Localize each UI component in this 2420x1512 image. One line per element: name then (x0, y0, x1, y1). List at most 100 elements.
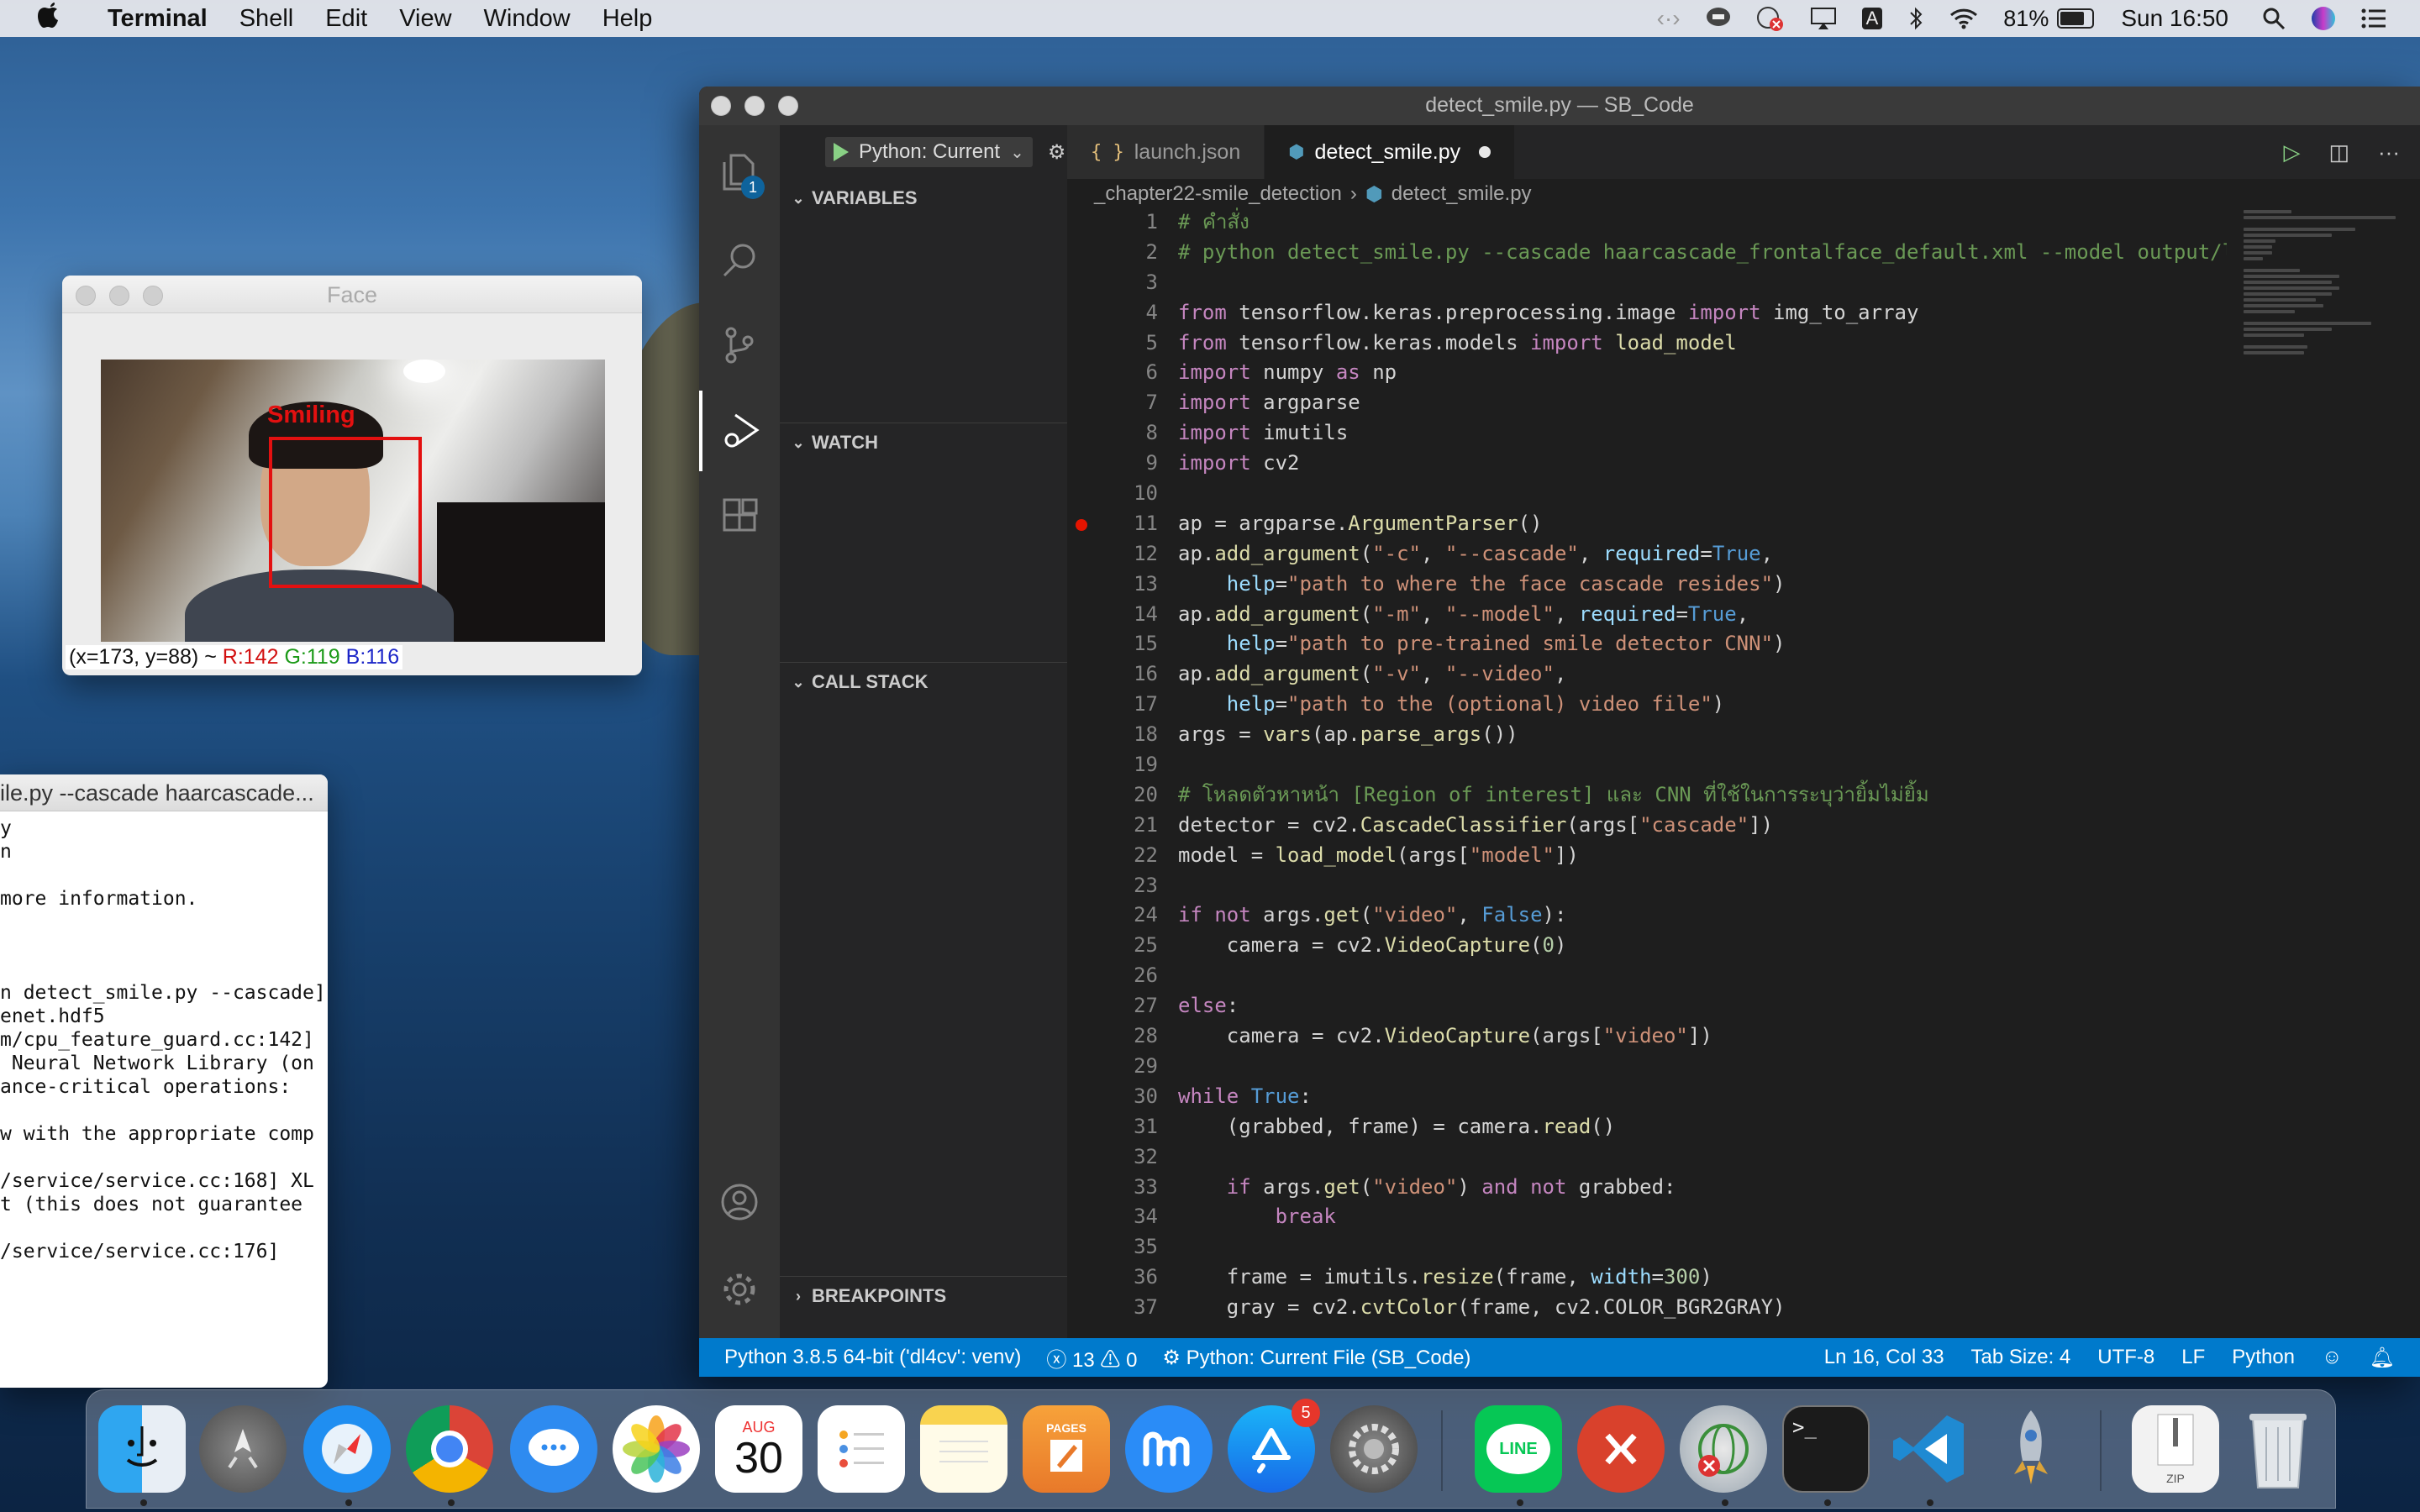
code-line[interactable]: 29 (1067, 1052, 2227, 1082)
watch-section-header[interactable]: ⌄ WATCH (780, 423, 1067, 462)
code-line[interactable]: 14 ap.add_argument("-m", "--model", requi… (1067, 600, 2227, 630)
network-error-icon[interactable] (1756, 6, 1785, 31)
code-line[interactable]: 34 break (1067, 1202, 2227, 1232)
run-debug-icon[interactable] (699, 391, 780, 471)
code-line[interactable]: 16 ap.add_argument("-v", "--video", (1067, 659, 2227, 690)
vscode-titlebar[interactable]: detect_smile.py — SB_Code (699, 87, 2420, 126)
battery-icon[interactable] (2057, 8, 2095, 29)
code-brackets-icon[interactable]: ‹·› (1657, 5, 1681, 32)
tab-size[interactable]: Tab Size: 4 (1971, 1346, 2071, 1369)
finder-icon[interactable] (98, 1405, 186, 1493)
line-app-icon[interactable]: LINE (1475, 1405, 1562, 1493)
problems-indicator[interactable]: ⓧ 13 ⚠ 0 (1046, 1343, 1137, 1373)
terminal-title[interactable]: ile.py --cascade haarcascade... (0, 774, 328, 811)
siri-icon[interactable] (2311, 6, 2336, 31)
unsaved-dot-icon[interactable] (1479, 146, 1491, 158)
bluetooth-icon[interactable] (1907, 6, 1924, 31)
python-interpreter[interactable]: Python 3.8.5 64-bit ('dl4cv': venv) (724, 1346, 1021, 1369)
code-line[interactable]: 2 # python detect_smile.py --cascade haar… (1067, 238, 2227, 268)
search-icon[interactable] (699, 219, 780, 300)
pages-icon[interactable]: PAGES (1023, 1405, 1110, 1493)
tab-launch-json[interactable]: { } launch.json (1067, 125, 1265, 179)
code-line[interactable]: 18 args = vars(ap.parse_args()) (1067, 720, 2227, 750)
reminders-icon[interactable] (818, 1405, 905, 1493)
code-line[interactable]: 23 (1067, 871, 2227, 901)
trash-icon[interactable] (2234, 1405, 2322, 1493)
terminal-app-icon[interactable]: >_ (1782, 1405, 1870, 1493)
input-source-icon[interactable]: A (1861, 8, 1883, 29)
code-line[interactable]: 32 (1067, 1142, 2227, 1173)
network-utility-icon[interactable] (1680, 1405, 1767, 1493)
code-line[interactable]: 3 (1067, 268, 2227, 298)
start-debugging-icon[interactable] (834, 143, 849, 161)
app-store-icon[interactable]: 5 (1228, 1399, 1320, 1493)
more-actions-icon[interactable]: ··· (2378, 139, 2400, 165)
line-status-icon[interactable] (1706, 7, 1731, 30)
notes-icon[interactable] (920, 1405, 1007, 1493)
code-line[interactable]: 35 (1067, 1232, 2227, 1263)
code-line[interactable]: 15 help="path to pre-trained smile detec… (1067, 629, 2227, 659)
photos-icon[interactable] (613, 1405, 700, 1493)
menu-app-name[interactable]: Terminal (108, 5, 208, 33)
code-line[interactable]: 25 camera = cv2.VideoCapture(0) (1067, 931, 2227, 961)
code-editor[interactable]: 1 # คำสั่ง 2 # python detect_smile.py --cas… (1067, 207, 2227, 1338)
code-line[interactable]: 13 help="path to where the face cascade … (1067, 570, 2227, 600)
calendar-icon[interactable]: AUG 30 (715, 1405, 802, 1493)
code-line[interactable]: 19 (1067, 750, 2227, 780)
messages-icon[interactable] (510, 1405, 597, 1493)
variables-section-header[interactable]: ⌄ VARIABLES (780, 179, 1067, 218)
tab-detect-smile[interactable]: ⬢ detect_smile.py (1265, 125, 1516, 179)
code-line[interactable]: 11 ap = argparse.ArgumentParser() (1067, 509, 2227, 539)
code-line[interactable]: 36 frame = imutils.resize(frame, width=3… (1067, 1263, 2227, 1293)
menu-shell[interactable]: Shell (239, 5, 294, 33)
debug-status[interactable]: ⚙ Python: Current File (SB_Code) (1162, 1346, 1470, 1370)
feedback-icon[interactable]: ☺ (2322, 1346, 2343, 1369)
code-line[interactable]: 37 gray = cv2.cvtColor(frame, cv2.COLOR_… (1067, 1293, 2227, 1323)
code-line[interactable]: 30 while True: (1067, 1082, 2227, 1112)
debug-settings-gear-icon[interactable]: ⚙ (1048, 140, 1066, 165)
end-of-line[interactable]: LF (2181, 1346, 2205, 1369)
code-line[interactable]: 24 if not args.get("video", False): (1067, 900, 2227, 931)
code-line[interactable]: 10 (1067, 479, 2227, 509)
settings-gear-icon[interactable] (699, 1249, 780, 1330)
code-line[interactable]: 12 ap.add_argument("-c", "--cascade", req… (1067, 539, 2227, 570)
terminal-window[interactable]: ile.py --cascade haarcascade... y n ] mo… (0, 774, 328, 1388)
code-line[interactable]: 1 # คำสั่ง (1067, 207, 2227, 238)
code-line[interactable]: 17 help="path to the (optional) video fi… (1067, 690, 2227, 720)
code-line[interactable]: 9 import cv2 (1067, 449, 2227, 479)
call-stack-section-header[interactable]: ⌄ CALL STACK (780, 662, 1067, 701)
battery-percent[interactable]: 81% (2003, 6, 2049, 32)
code-line[interactable]: 28 camera = cv2.VideoCapture(args["video… (1067, 1021, 2227, 1052)
menu-help[interactable]: Help (602, 5, 653, 33)
source-control-icon[interactable] (699, 305, 780, 386)
file-encoding[interactable]: UTF-8 (2097, 1346, 2154, 1369)
mindnode-icon[interactable] (1125, 1405, 1213, 1493)
apple-icon[interactable] (34, 1, 66, 36)
notification-center-icon[interactable] (2361, 8, 2386, 29)
code-line[interactable]: 21 detector = cv2.CascadeClassifier(args[… (1067, 811, 2227, 841)
accounts-icon[interactable] (699, 1162, 780, 1242)
debug-config-select[interactable]: Python: Current ⌄ (825, 137, 1033, 167)
code-line[interactable]: 7 import argparse (1067, 388, 2227, 418)
menu-view[interactable]: View (399, 5, 451, 33)
breadcrumb-folder[interactable]: _chapter22-smile_detection (1094, 182, 1342, 206)
airplay-icon[interactable] (1810, 7, 1837, 30)
system-preferences-icon[interactable] (1330, 1405, 1418, 1493)
chrome-icon[interactable] (406, 1405, 493, 1493)
code-line[interactable]: 6 import numpy as np (1067, 358, 2227, 388)
breakpoints-section-header[interactable]: › BREAKPOINTS (780, 1276, 1067, 1315)
code-line[interactable]: 4 from tensorflow.keras.preprocessing.ima… (1067, 298, 2227, 328)
face-window-titlebar[interactable]: Face (62, 276, 642, 313)
code-line[interactable]: 27 else: (1067, 991, 2227, 1021)
vscode-app-icon[interactable] (1885, 1405, 1972, 1493)
remote-desktop-icon[interactable] (1577, 1405, 1665, 1493)
split-editor-icon[interactable]: ◫ (2328, 139, 2349, 165)
code-line[interactable]: 20 # โหลดตัวหาหน้า [Region of interest] แ… (1067, 780, 2227, 811)
menu-edit[interactable]: Edit (325, 5, 367, 33)
run-file-icon[interactable]: ▷ (2283, 139, 2300, 165)
minimap[interactable] (2244, 207, 2403, 443)
language-mode[interactable]: Python (2232, 1346, 2295, 1369)
code-line[interactable]: 8 import imutils (1067, 418, 2227, 449)
spotlight-search-icon[interactable] (2262, 7, 2286, 30)
zip-archive-icon[interactable]: ZIP (2132, 1405, 2219, 1493)
